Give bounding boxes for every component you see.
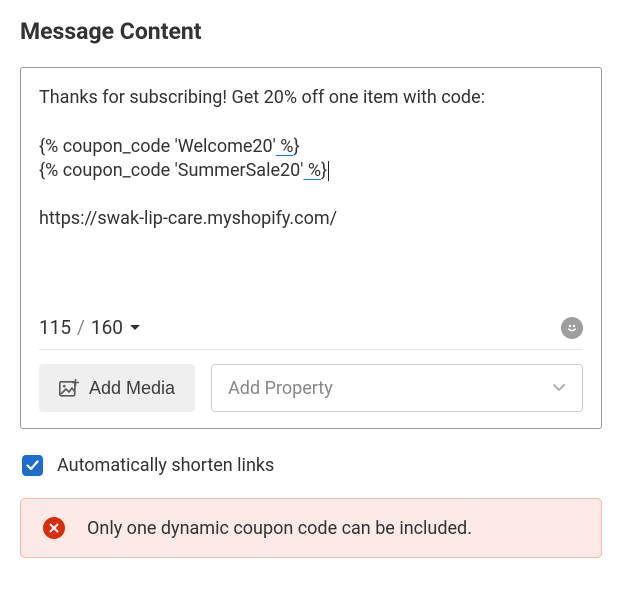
message-editor-panel: Thanks for subscribing! Get 20% off one … — [20, 67, 602, 429]
add-property-placeholder: Add Property — [228, 378, 333, 399]
add-property-select[interactable]: Add Property — [211, 364, 583, 412]
message-line: Thanks for subscribing! Get 20% off one … — [39, 87, 485, 108]
section-title: Message Content — [20, 18, 602, 45]
add-media-button[interactable]: Add Media — [39, 364, 195, 412]
chevron-down-icon — [552, 383, 566, 393]
coupon-tag-close: } — [293, 136, 299, 157]
shorten-links-label: Automatically shorten links — [57, 455, 274, 476]
checkbox-checked-icon[interactable] — [22, 455, 43, 476]
coupon-tag: {% coupon_code 'SummerSale20' — [39, 160, 303, 181]
emoji-picker-button[interactable] — [561, 317, 583, 339]
char-count-max: 160 — [91, 316, 123, 339]
character-counter-row: 115 / 160 — [39, 316, 583, 350]
message-textarea[interactable]: Thanks for subscribing! Get 20% off one … — [39, 86, 583, 306]
error-alert: Only one dynamic coupon code can be incl… — [20, 498, 602, 558]
shorten-links-option[interactable]: Automatically shorten links — [22, 455, 602, 476]
text-cursor — [328, 161, 329, 181]
coupon-tag-underline: % — [303, 160, 321, 181]
char-count-current: 115 — [39, 316, 71, 339]
character-counter[interactable]: 115 / 160 — [39, 316, 141, 339]
image-icon — [59, 379, 79, 397]
char-count-dropdown-icon[interactable] — [129, 324, 141, 332]
coupon-tag-underline: % — [276, 136, 294, 157]
add-media-label: Add Media — [89, 378, 175, 399]
error-message: Only one dynamic coupon code can be incl… — [87, 518, 472, 539]
coupon-tag: {% coupon_code 'Welcome20' — [39, 136, 276, 157]
char-count-separator: / — [77, 316, 85, 339]
editor-toolbar: Add Media Add Property — [39, 364, 583, 412]
error-icon — [43, 517, 65, 539]
coupon-tag-close: } — [321, 160, 327, 181]
message-url: https://swak-lip-care.myshopify.com/ — [39, 208, 337, 229]
